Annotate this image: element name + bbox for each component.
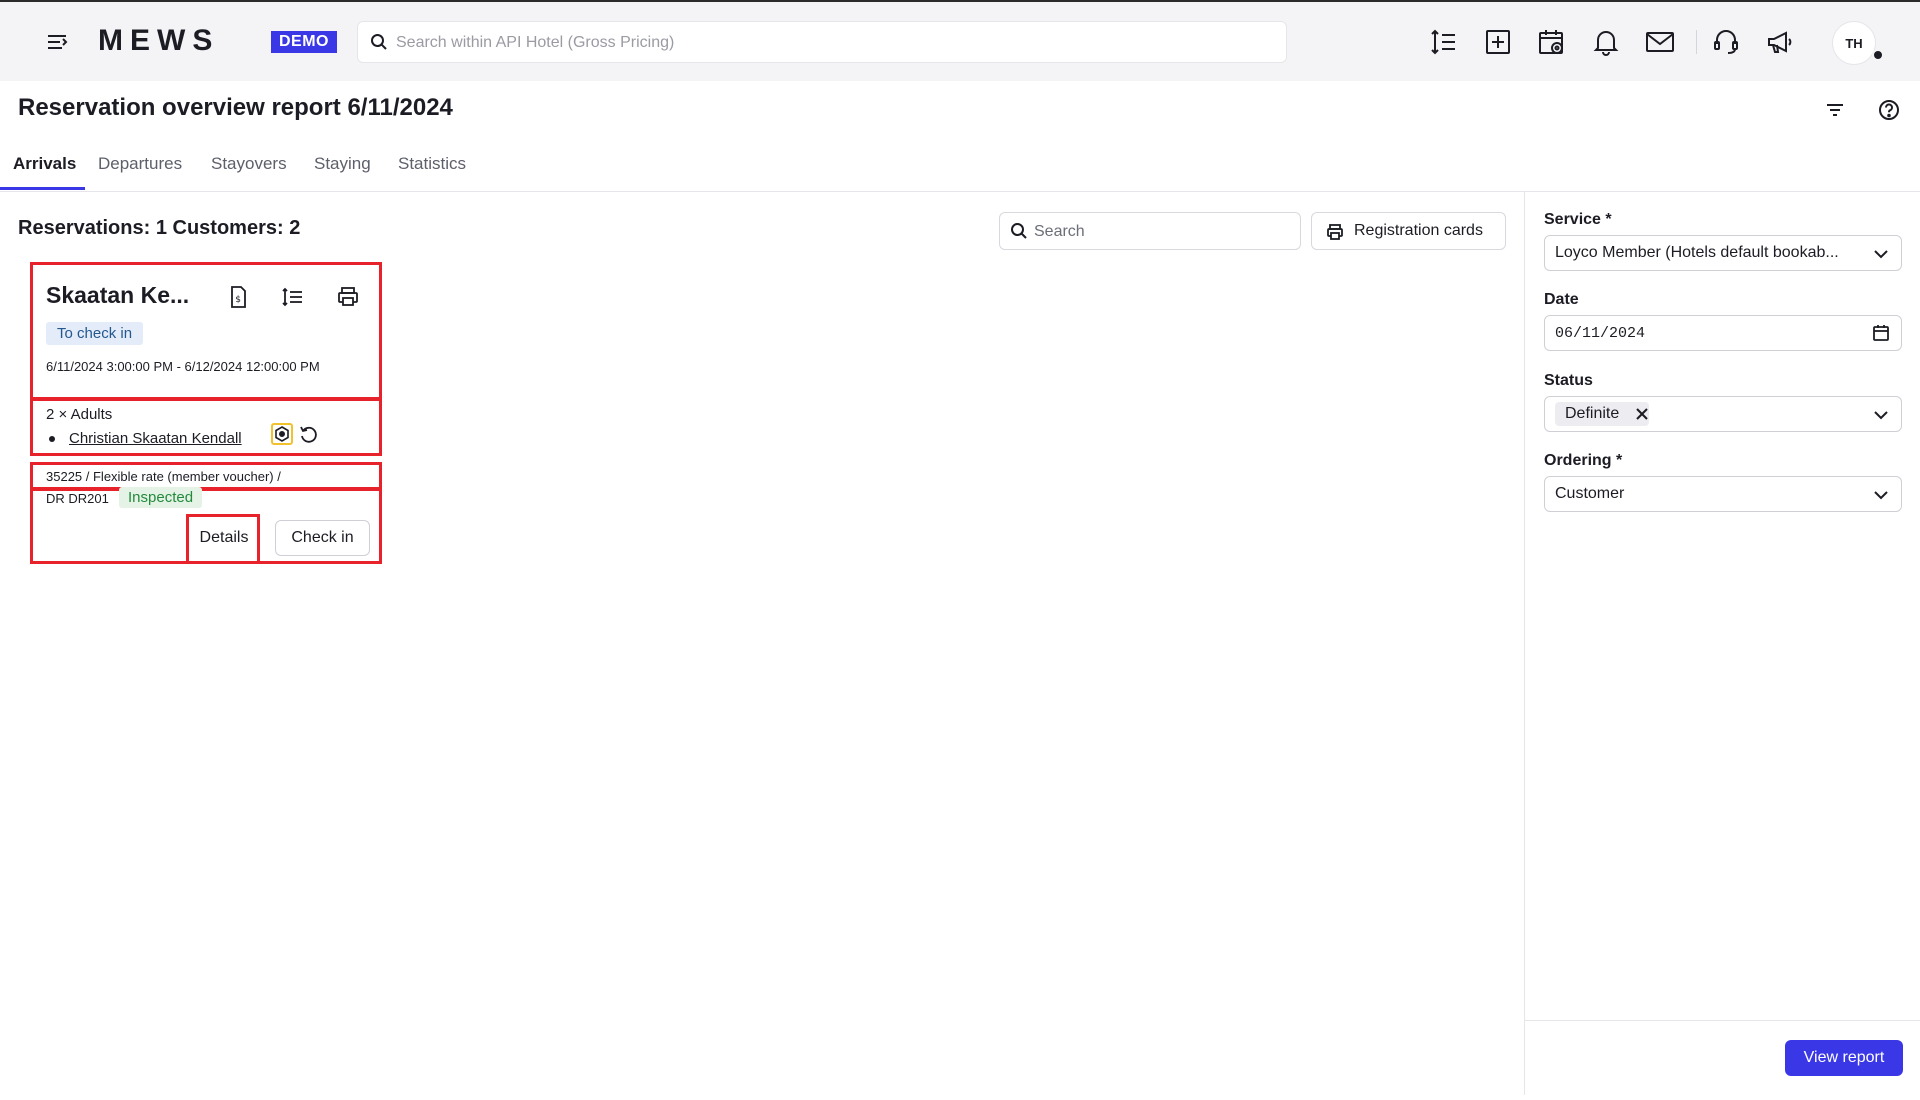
- mews-logo: MEWS: [98, 24, 220, 57]
- date-value: 06/11/2024: [1555, 325, 1646, 342]
- rate-info: 35225 / Flexible rate (member voucher) /: [46, 469, 281, 484]
- filter-icon[interactable]: [1821, 96, 1849, 124]
- status-chip-label: Definite: [1565, 405, 1620, 422]
- status-select[interactable]: Definite: [1544, 396, 1902, 432]
- close-icon[interactable]: [1635, 407, 1649, 421]
- service-value: Loyco Member (Hotels default bookab...: [1555, 244, 1839, 261]
- status-badge: To check in: [46, 322, 144, 345]
- chevron-down-icon: [1874, 411, 1888, 420]
- sort-lines-icon[interactable]: [280, 284, 306, 310]
- ordering-label: Ordering *: [1544, 452, 1623, 469]
- service-select[interactable]: Loyco Member (Hotels default bookab...: [1544, 235, 1902, 271]
- room-number: DR DR201: [46, 491, 109, 506]
- megaphone-icon[interactable]: [1764, 26, 1796, 58]
- reservation-dates: 6/11/2024 3:00:00 PM - 6/12/2024 12:00:0…: [46, 359, 320, 374]
- menu-icon[interactable]: [44, 28, 72, 56]
- guest-name-link[interactable]: Christian Skaatan Kendall: [69, 430, 242, 447]
- svg-text:$: $: [235, 295, 241, 305]
- search-icon: [1011, 223, 1027, 239]
- date-label: Date: [1544, 291, 1579, 308]
- bell-icon[interactable]: [1590, 26, 1622, 58]
- list-bullet: [49, 436, 55, 442]
- tab-arrivals[interactable]: Arrivals: [13, 154, 76, 174]
- report-tabs: Arrivals Departures Stayovers Staying St…: [0, 150, 1920, 192]
- help-icon[interactable]: [1875, 96, 1903, 124]
- reservation-search-input[interactable]: [1032, 213, 1296, 251]
- panel-footer-divider: [1525, 1020, 1920, 1021]
- adults-count: 2 × Adults: [46, 406, 113, 423]
- demo-badge: DEMO: [271, 31, 337, 53]
- active-tab-indicator: [0, 187, 85, 190]
- ordering-select[interactable]: Customer: [1544, 476, 1902, 512]
- reservation-search[interactable]: [999, 212, 1301, 251]
- calendar-icon[interactable]: [1871, 323, 1891, 343]
- tab-statistics[interactable]: Statistics: [398, 154, 466, 174]
- reservations-summary: Reservations: 1 Customers: 2: [18, 217, 301, 239]
- page-title: Reservation overview report 6/11/2024: [18, 94, 453, 121]
- global-search[interactable]: [357, 21, 1287, 64]
- billing-document-icon[interactable]: $: [225, 284, 251, 310]
- tab-stayovers[interactable]: Stayovers: [211, 154, 287, 174]
- printer-icon[interactable]: [335, 284, 361, 310]
- status-label: Status: [1544, 372, 1593, 389]
- search-icon: [371, 34, 387, 50]
- printer-icon: [1327, 224, 1343, 240]
- chevron-down-icon: [1874, 250, 1888, 259]
- registration-cards-label: Registration cards: [1354, 222, 1483, 239]
- loyalty-badge-icon[interactable]: [271, 423, 293, 445]
- reservation-name[interactable]: Skaatan Ke...: [46, 282, 189, 309]
- global-search-input[interactable]: [394, 22, 1278, 64]
- registration-cards-button[interactable]: Registration cards: [1311, 212, 1506, 250]
- mail-icon[interactable]: [1644, 26, 1676, 58]
- refresh-icon[interactable]: [298, 424, 320, 446]
- top-bar: MEWS DEMO TH: [0, 0, 1920, 81]
- avatar[interactable]: TH: [1832, 21, 1876, 65]
- presence-dot: [1872, 49, 1884, 61]
- toolbar-divider: [1696, 30, 1697, 54]
- tab-staying[interactable]: Staying: [314, 154, 371, 174]
- chevron-down-icon: [1874, 491, 1888, 500]
- view-report-button[interactable]: View report: [1785, 1040, 1903, 1076]
- calendar-view-icon[interactable]: [1536, 26, 1568, 58]
- service-label: Service *: [1544, 211, 1612, 228]
- check-in-button[interactable]: Check in: [275, 520, 370, 556]
- details-button[interactable]: Details: [190, 520, 258, 556]
- date-field[interactable]: 06/11/2024: [1544, 315, 1902, 351]
- add-box-icon[interactable]: [1482, 26, 1514, 58]
- support-headset-icon[interactable]: [1710, 26, 1742, 58]
- room-status-badge: Inspected: [119, 487, 203, 508]
- tab-departures[interactable]: Departures: [98, 154, 182, 174]
- ordering-value: Customer: [1555, 485, 1625, 502]
- sort-lines-icon[interactable]: [1428, 26, 1460, 58]
